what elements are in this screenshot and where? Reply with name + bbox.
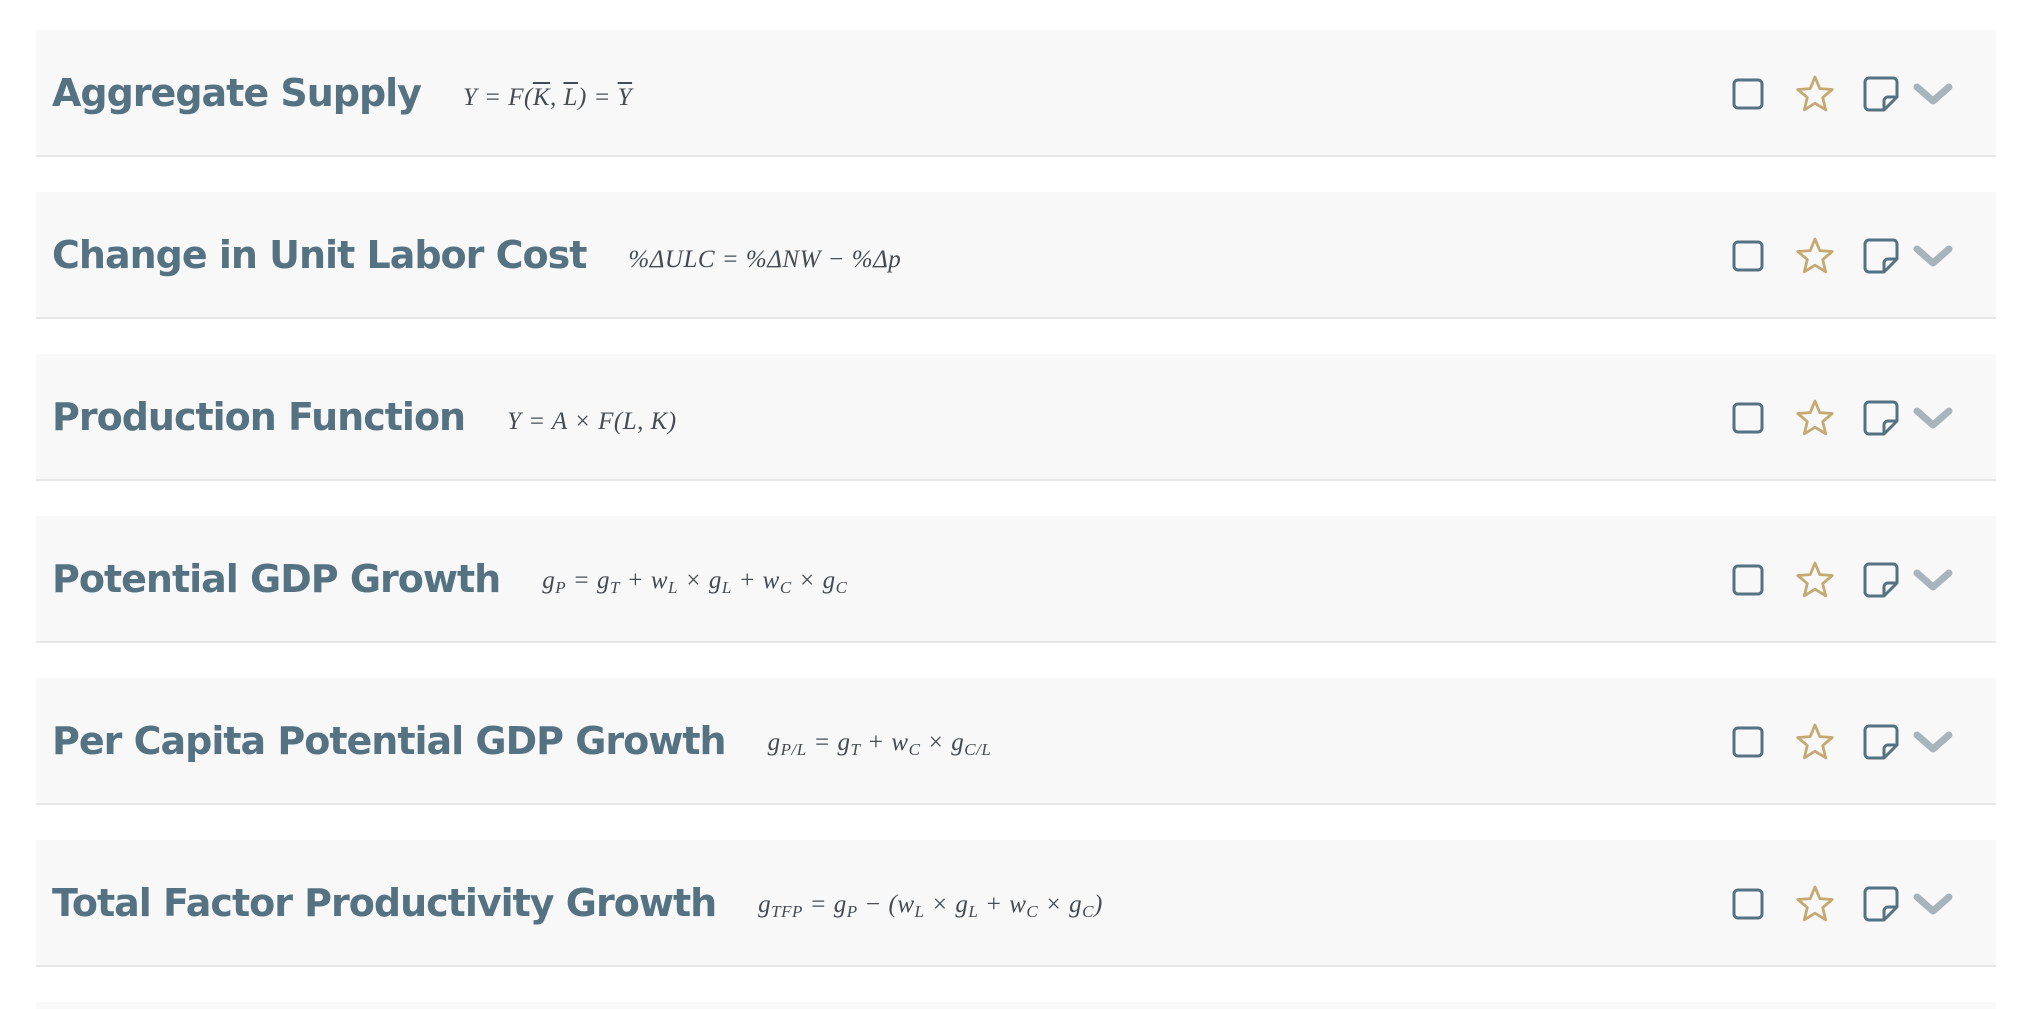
sticky-note-icon[interactable] (1860, 559, 1902, 601)
sticky-note-icon[interactable] (1860, 883, 1902, 925)
formula-header: Potential GDP Growth gP = gT + wL × gL +… (52, 516, 847, 643)
formula-equation: %ΔULC = %ΔNW − %Δp (628, 246, 902, 273)
checkbox-icon[interactable] (1728, 398, 1768, 438)
formula-row[interactable]: Change in Unit Labor Cost %ΔULC = %ΔNW −… (36, 192, 1996, 319)
sticky-note-icon[interactable] (1860, 397, 1902, 439)
sticky-note-icon[interactable] (1860, 73, 1902, 115)
row-actions (1728, 840, 1956, 967)
sticky-note-icon[interactable] (1860, 235, 1902, 277)
formula-list: Aggregate Supply Y = F(K, L) = Y Change … (36, 30, 1996, 1002)
formula-equation: gP = gT + wL × gL + wC × gC (542, 566, 848, 597)
row-actions (1728, 30, 1956, 157)
checkbox-icon[interactable] (1728, 884, 1768, 924)
formula-row[interactable]: Total Factor Productivity Growth gTFP = … (36, 840, 1996, 967)
formula-row[interactable]: Production Function Y = A × F(L, K) (36, 354, 1996, 481)
checkbox-icon[interactable] (1728, 560, 1768, 600)
checkbox-icon[interactable] (1728, 74, 1768, 114)
row-actions (1728, 678, 1956, 805)
chevron-down-icon[interactable] (1910, 398, 1956, 438)
formula-equation: Y = F(K, L) = Y (462, 84, 633, 111)
star-icon[interactable] (1792, 881, 1838, 927)
star-icon[interactable] (1792, 557, 1838, 603)
chevron-down-icon[interactable] (1910, 722, 1956, 762)
formula-title: Potential GDP Growth (52, 557, 501, 601)
next-row-edge (36, 1002, 1996, 1009)
chevron-down-icon[interactable] (1910, 560, 1956, 600)
chevron-down-icon[interactable] (1910, 884, 1956, 924)
formula-header: Total Factor Productivity Growth gTFP = … (52, 840, 1103, 967)
checkbox-icon[interactable] (1728, 236, 1768, 276)
formula-title: Aggregate Supply (52, 71, 422, 115)
star-icon[interactable] (1792, 71, 1838, 117)
row-actions (1728, 354, 1956, 481)
star-icon[interactable] (1792, 719, 1838, 765)
chevron-down-icon[interactable] (1910, 74, 1956, 114)
formula-row[interactable]: Potential GDP Growth gP = gT + wL × gL +… (36, 516, 1996, 643)
formula-header: Aggregate Supply Y = F(K, L) = Y (52, 30, 632, 157)
chevron-down-icon[interactable] (1910, 236, 1956, 276)
formula-header: Production Function Y = A × F(L, K) (52, 354, 677, 481)
row-actions (1728, 516, 1956, 643)
formula-row[interactable]: Aggregate Supply Y = F(K, L) = Y (36, 30, 1996, 157)
checkbox-icon[interactable] (1728, 722, 1768, 762)
formula-equation: gTFP = gP − (wL × gL + wC × gC) (758, 890, 1103, 921)
formula-title: Per Capita Potential GDP Growth (52, 719, 727, 763)
formula-title: Change in Unit Labor Cost (52, 233, 587, 277)
formula-header: Per Capita Potential GDP Growth gP/L = g… (52, 678, 991, 805)
formula-title: Total Factor Productivity Growth (52, 881, 717, 925)
formula-equation: gP/L = gT + wC × gC/L (767, 728, 992, 759)
star-icon[interactable] (1792, 233, 1838, 279)
row-actions (1728, 192, 1956, 319)
formula-title: Production Function (52, 395, 466, 439)
star-icon[interactable] (1792, 395, 1838, 441)
formula-row[interactable]: Per Capita Potential GDP Growth gP/L = g… (36, 678, 1996, 805)
sticky-note-icon[interactable] (1860, 721, 1902, 763)
formula-equation: Y = A × F(L, K) (507, 408, 677, 435)
formula-header: Change in Unit Labor Cost %ΔULC = %ΔNW −… (52, 192, 901, 319)
